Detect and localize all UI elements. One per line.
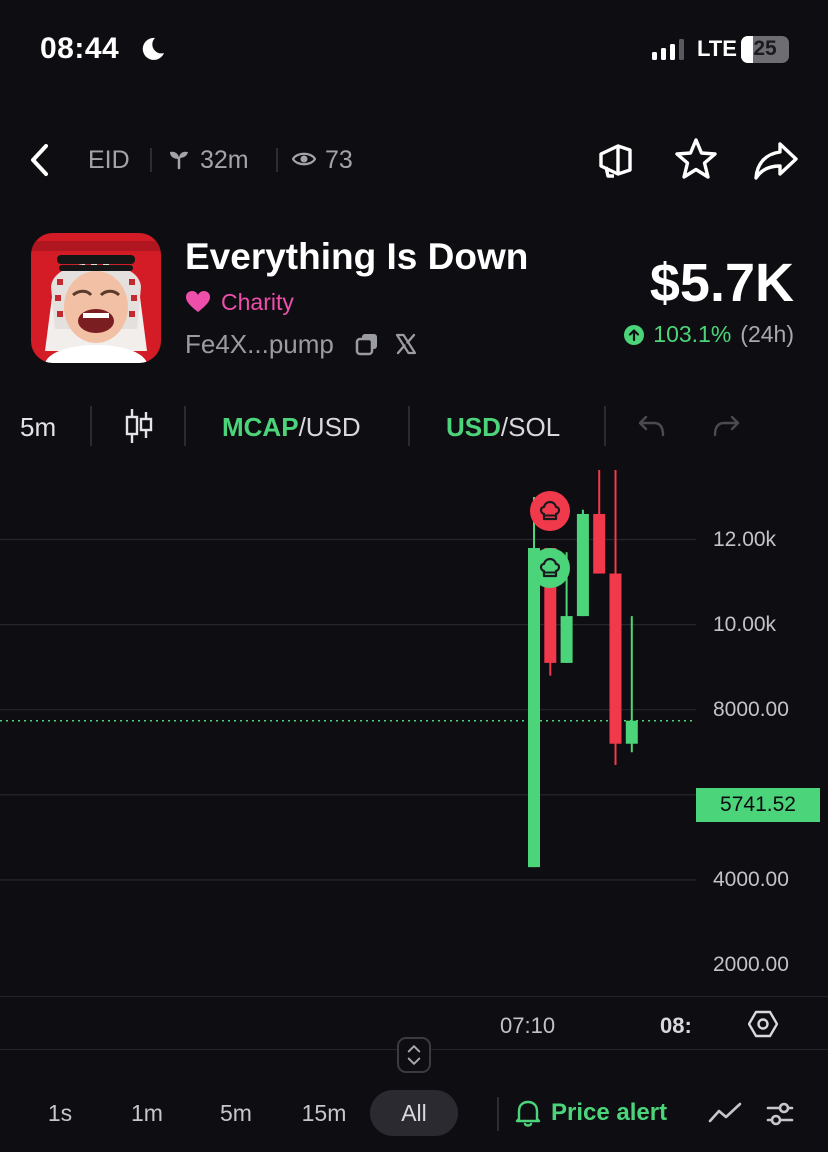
candlestick-chart[interactable] (0, 470, 828, 1000)
divider (276, 148, 278, 172)
dev-buy-marker[interactable] (530, 548, 570, 588)
market-cap-price: $5.7K (649, 253, 794, 313)
price-alert-button[interactable]: Price alert (515, 1090, 667, 1136)
token-ticker: EID (88, 146, 130, 174)
y-tick-label: 4000.00 (713, 868, 789, 891)
y-tick-label: 10.00k (713, 613, 777, 636)
mcap-unit: /USD (298, 412, 361, 442)
candle-body (560, 616, 573, 663)
eye-icon (292, 152, 316, 166)
heart-icon (186, 291, 210, 312)
battery-level: 25 (753, 37, 777, 60)
timeframe-5m[interactable]: 5m (206, 1090, 266, 1136)
current-price-label: 5741.52 (696, 788, 820, 822)
megaphone-icon[interactable] (592, 136, 640, 184)
mcap-usd-toggle[interactable]: MCAP/USD (222, 412, 361, 443)
chef-hat-icon (539, 557, 561, 578)
usd-sol-toggle[interactable]: USD/SOL (446, 412, 560, 443)
divider (90, 406, 92, 446)
network-type: LTE (697, 36, 737, 61)
change-period: (24h) (740, 321, 794, 347)
timeframe-bar: 1s 1m 5m 15m All Price alert (0, 1085, 828, 1145)
dev-sell-marker[interactable] (530, 491, 570, 531)
candlestick-icon[interactable] (124, 406, 154, 446)
line-chart-icon[interactable] (708, 1099, 742, 1127)
bell-icon (515, 1100, 541, 1127)
star-icon[interactable] (672, 136, 720, 184)
candle-body (625, 720, 638, 744)
divider (150, 148, 152, 172)
undo-icon[interactable] (636, 412, 666, 440)
token-category: Charity (221, 289, 294, 315)
back-button[interactable] (22, 138, 62, 182)
chef-hat-icon (539, 500, 561, 521)
x-tick-label: 07:10 (500, 1013, 556, 1038)
y-tick-label: 8000.00 (713, 698, 789, 721)
signal-icon (652, 38, 684, 60)
divider (184, 406, 186, 446)
status-time: 08:44 (40, 32, 120, 65)
price-alert-label: Price alert (551, 1099, 668, 1126)
timeframe-all[interactable]: All (370, 1090, 458, 1136)
chart-toolbar: 5m MCAP/USD USD/SOL (0, 400, 828, 454)
status-bar: 08:44 LTE 25 (0, 0, 828, 100)
usd-unit: /SOL (500, 412, 561, 442)
price-change: 103.1% (24h) (624, 321, 794, 348)
expand-chart-icon[interactable] (397, 1037, 431, 1073)
copy-icon[interactable] (355, 332, 379, 356)
hexagon-settings-icon[interactable] (748, 1009, 778, 1039)
x-twitter-icon[interactable] (394, 332, 418, 356)
price-chart[interactable]: 12.00k 10.00k 8000.00 4000.00 2000.00 57… (0, 470, 828, 1000)
interval-selector[interactable]: 5m (20, 412, 56, 443)
sliders-icon[interactable] (764, 1098, 796, 1130)
candle-body (593, 513, 606, 574)
battery-icon: 25 (741, 36, 789, 63)
arrow-up-circle-icon (624, 324, 645, 345)
share-icon[interactable] (752, 136, 800, 184)
moon-icon (142, 37, 164, 60)
mcap-label: MCAP (222, 412, 299, 442)
token-age: 32m (200, 146, 249, 174)
usd-label: USD (446, 412, 501, 442)
token-avatar (31, 233, 161, 363)
x-tick-label: 08: (660, 1013, 692, 1038)
divider (497, 1097, 499, 1131)
token-nav-bar: EID 32m 73 (0, 128, 828, 192)
y-tick-label: 2000.00 (713, 953, 789, 976)
candle-body (609, 573, 622, 744)
timeframe-15m[interactable]: 15m (292, 1090, 356, 1136)
divider (408, 406, 410, 446)
contract-address: Fe4X...pump (185, 329, 334, 359)
change-percent: 103.1% (653, 321, 732, 347)
divider (604, 406, 606, 446)
sprout-icon (170, 151, 188, 170)
candle-body (528, 548, 540, 868)
timeframe-1s[interactable]: 1s (30, 1090, 90, 1136)
timeframe-1m[interactable]: 1m (117, 1090, 177, 1136)
view-count: 73 (325, 146, 353, 174)
redo-icon[interactable] (712, 412, 742, 440)
token-name: Everything Is Down (185, 236, 529, 277)
y-tick-label: 12.00k (713, 528, 777, 551)
candle-body (576, 513, 589, 617)
